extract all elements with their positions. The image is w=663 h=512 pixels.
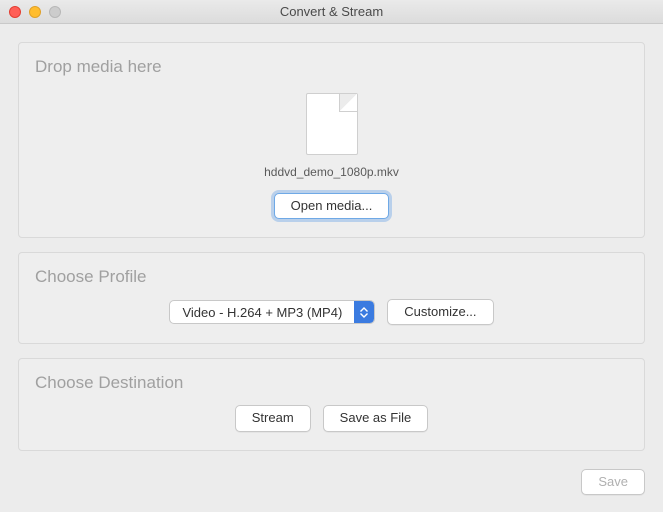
customize-profile-button[interactable]: Customize...: [387, 299, 493, 325]
file-icon-fold: [339, 94, 357, 112]
window-body: Drop media here hddvd_demo_1080p.mkv Ope…: [0, 24, 663, 507]
choose-profile-panel: Choose Profile Video - H.264 + MP3 (MP4)…: [18, 252, 645, 344]
maximize-window-button: [49, 6, 61, 18]
profile-select-value: Video - H.264 + MP3 (MP4): [170, 301, 354, 323]
save-button: Save: [581, 469, 645, 495]
save-as-file-button[interactable]: Save as File: [323, 405, 429, 431]
footer: Save: [18, 465, 645, 495]
titlebar: Convert & Stream: [0, 0, 663, 24]
chevron-updown-icon: [354, 301, 374, 323]
window-title: Convert & Stream: [0, 4, 663, 19]
drop-media-heading: Drop media here: [35, 57, 628, 77]
drop-area[interactable]: hddvd_demo_1080p.mkv Open media...: [35, 89, 628, 219]
drop-media-panel: Drop media here hddvd_demo_1080p.mkv Ope…: [18, 42, 645, 238]
close-window-button[interactable]: [9, 6, 21, 18]
profile-select[interactable]: Video - H.264 + MP3 (MP4): [169, 300, 375, 324]
traffic-lights: [9, 6, 61, 18]
file-icon: [306, 93, 358, 155]
dropped-file-name: hddvd_demo_1080p.mkv: [264, 165, 399, 179]
open-media-button[interactable]: Open media...: [274, 193, 390, 219]
choose-destination-heading: Choose Destination: [35, 373, 628, 393]
minimize-window-button[interactable]: [29, 6, 41, 18]
choose-profile-heading: Choose Profile: [35, 267, 628, 287]
choose-destination-panel: Choose Destination Stream Save as File: [18, 358, 645, 450]
stream-button[interactable]: Stream: [235, 405, 311, 431]
